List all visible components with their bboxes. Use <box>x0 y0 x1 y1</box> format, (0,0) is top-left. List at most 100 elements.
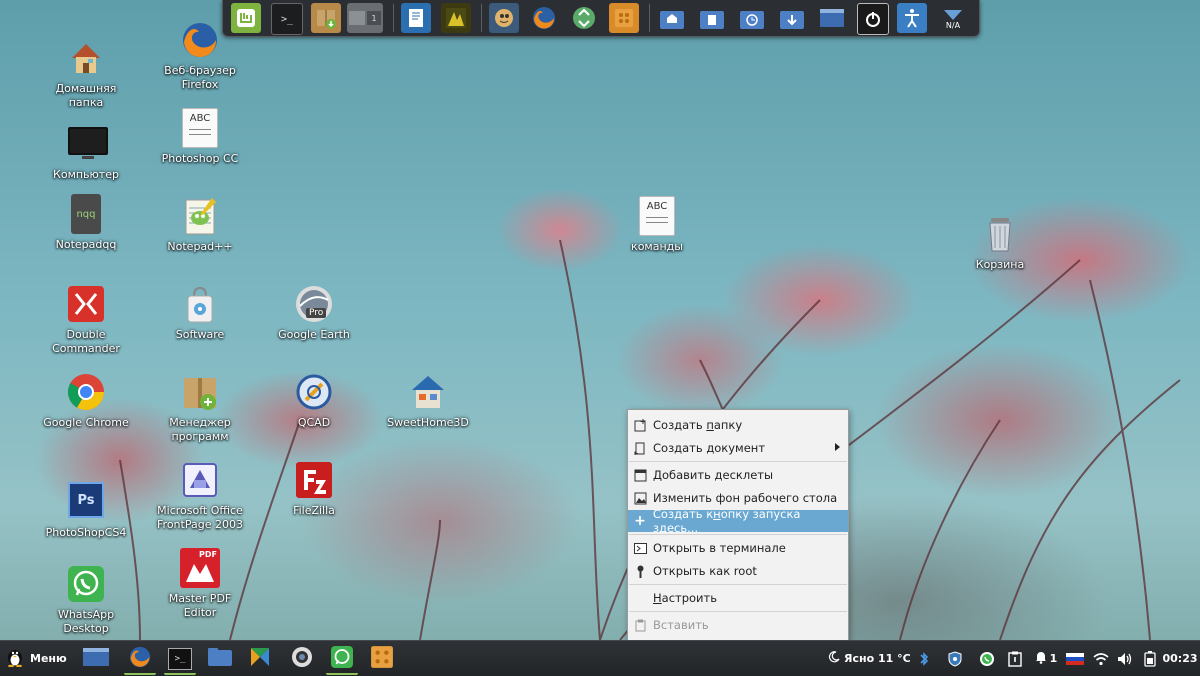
desktop-icon-software[interactable]: Software <box>152 284 248 342</box>
desktop-icon-notepad-plus[interactable]: Notepad++ <box>152 196 248 254</box>
shutdown-icon[interactable] <box>857 3 889 35</box>
downloads-folder-icon[interactable] <box>777 3 807 33</box>
menu-separator <box>629 584 847 585</box>
firefox-icon <box>180 20 220 60</box>
archive-icon <box>370 645 394 672</box>
desktop-icon-package-manager[interactable]: Менеджер программ <box>152 372 248 444</box>
menu-item-create-folder[interactable]: Создать папку <box>628 414 848 436</box>
clipboard-icon[interactable] <box>1005 641 1025 676</box>
weather-applet[interactable]: Ясно 11 °C <box>828 641 911 676</box>
menu-item-open-as-root[interactable]: Открыть как root <box>628 560 848 582</box>
menu-item-create-launcher[interactable]: + Создать кнопку запуска здесь... <box>628 507 848 535</box>
menu-separator <box>629 611 847 612</box>
accessibility-icon[interactable] <box>897 3 927 33</box>
taskbar-firefox[interactable] <box>124 644 156 675</box>
desktop-icon-qcad[interactable]: QCAD <box>266 372 362 430</box>
notepadqq-icon: nqq <box>66 194 106 234</box>
desktop-icon-photoshop-cs4[interactable]: Ps PhotoShopCS4 <box>38 478 134 540</box>
firefox-icon <box>128 645 152 672</box>
terminal-icon <box>633 541 647 555</box>
hamachi-icon <box>249 646 271 671</box>
desktop-icon-label: Веб-браузер Firefox <box>164 64 236 91</box>
submenu-arrow-icon <box>835 443 840 451</box>
taskbar-whatsapp[interactable] <box>326 644 358 675</box>
documents-folder-icon[interactable] <box>697 3 727 33</box>
notifications-count: 1 <box>1049 652 1058 665</box>
recent-folder-icon[interactable] <box>737 3 767 33</box>
desklet-icon <box>633 468 647 482</box>
clock[interactable]: 00:23 <box>1162 641 1198 676</box>
taskbar-show-desktop[interactable] <box>80 644 112 673</box>
moon-icon <box>828 651 840 666</box>
battery-icon[interactable] <box>1140 641 1160 676</box>
archive-icon[interactable] <box>609 3 639 33</box>
taskbar-terminal[interactable]: >_ <box>164 644 196 675</box>
notifications-applet[interactable]: 1 <box>1032 641 1060 676</box>
desktop-icon-frontpage[interactable]: Microsoft Office FrontPage 2003 <box>152 460 248 532</box>
show-desktop-icon[interactable] <box>817 3 847 33</box>
menu-separator <box>629 461 847 462</box>
taskbar-hamachi[interactable] <box>244 644 276 673</box>
desktop-icon-commands-file[interactable]: ABC команды <box>609 196 705 254</box>
paste-icon <box>633 618 647 632</box>
network-label: N/A <box>945 21 961 30</box>
taskbar-file-manager[interactable] <box>204 644 236 673</box>
photoshop-cs4-icon: Ps <box>66 482 106 522</box>
sweethome3d-icon <box>408 372 448 412</box>
desktop-icon-label: QCAD <box>297 416 331 429</box>
desktop-icon-label: WhatsApp Desktop <box>57 608 115 635</box>
keyboard-layout-flag[interactable] <box>1064 641 1086 676</box>
menu-item-create-document[interactable]: Создать документ <box>628 437 848 459</box>
master-pdf-icon: PDF <box>180 548 220 588</box>
desktop-icon-filezilla[interactable]: FileZilla <box>266 460 362 518</box>
desktop-icon-label: Домашняя папка <box>55 82 117 109</box>
desktop-icon-master-pdf[interactable]: PDF Master PDF Editor <box>152 548 248 620</box>
desktop-icon-trash[interactable]: Корзина <box>952 214 1048 272</box>
desktop-icon-home-folder[interactable]: Домашняя папка <box>38 38 134 110</box>
network-icon[interactable]: N/A <box>935 3 971 33</box>
plus-icon: + <box>634 513 646 529</box>
whatsapp-tray-icon[interactable] <box>976 641 998 676</box>
menu-item-open-terminal[interactable]: Открыть в терминале <box>628 537 848 559</box>
firefox-icon[interactable] <box>529 3 559 33</box>
menu-item-add-desklets[interactable]: Добавить десклеты <box>628 464 848 486</box>
chrome-icon <box>66 372 106 412</box>
desktop-icon-firefox[interactable]: Веб-браузер Firefox <box>152 20 248 92</box>
workspace-switcher-icon[interactable]: 1 <box>347 3 383 33</box>
shield-icon[interactable] <box>944 641 966 676</box>
desktop-icon-photoshop-cc[interactable]: ABC Photoshop CC <box>152 108 248 166</box>
terminal-icon: >_ <box>168 647 192 670</box>
house-icon <box>66 38 106 78</box>
home-folder-icon[interactable] <box>657 3 687 33</box>
desktop-icon-label: Корзина <box>975 258 1025 271</box>
desktop-icon-label: Photoshop CC <box>161 152 239 165</box>
recycle-icon[interactable] <box>569 3 599 33</box>
text-editor-icon[interactable] <box>401 3 431 33</box>
desktop-icon-google-chrome[interactable]: Google Chrome <box>38 372 134 430</box>
desktop-context-menu: Создать папку Создать документ Добавить … <box>627 409 849 642</box>
package-installer-icon[interactable] <box>311 3 341 33</box>
show-desktop-icon <box>82 646 110 671</box>
menu-item-label: Создать папку <box>653 418 743 432</box>
main-menu-button[interactable]: Меню <box>6 644 68 673</box>
volume-icon[interactable] <box>1114 641 1136 676</box>
taskbar-archive[interactable] <box>366 644 398 673</box>
bluetooth-icon[interactable] <box>914 641 934 676</box>
terminal-icon[interactable]: >_ <box>271 3 303 35</box>
menu-item-paste[interactable]: Вставить <box>628 614 848 636</box>
menu-separator <box>629 534 847 535</box>
mail-icon[interactable] <box>489 3 519 33</box>
desktop-icon-label: SweetHome3D <box>387 416 469 429</box>
menu-item-change-wallpaper[interactable]: Изменить фон рабочего стола <box>628 487 848 509</box>
desktop-icon-sweethome3d[interactable]: SweetHome3D <box>380 372 476 430</box>
desktop-icon-notepadqq[interactable]: nqq Notepadqq <box>38 194 134 252</box>
image-viewer-icon[interactable] <box>441 3 471 33</box>
desktop-icon-double-commander[interactable]: Double Commander <box>38 284 134 356</box>
taskbar-webcam[interactable] <box>286 644 318 673</box>
menu-item-customize[interactable]: Настроить <box>628 587 848 609</box>
desktop-icon-computer[interactable]: Компьютер <box>38 124 134 182</box>
desktop-icon-whatsapp[interactable]: WhatsApp Desktop <box>38 564 134 636</box>
desktop-icon-label: Software <box>175 328 225 341</box>
desktop-icon-google-earth[interactable]: Pro Google Earth <box>266 284 362 342</box>
wifi-icon[interactable] <box>1090 641 1112 676</box>
